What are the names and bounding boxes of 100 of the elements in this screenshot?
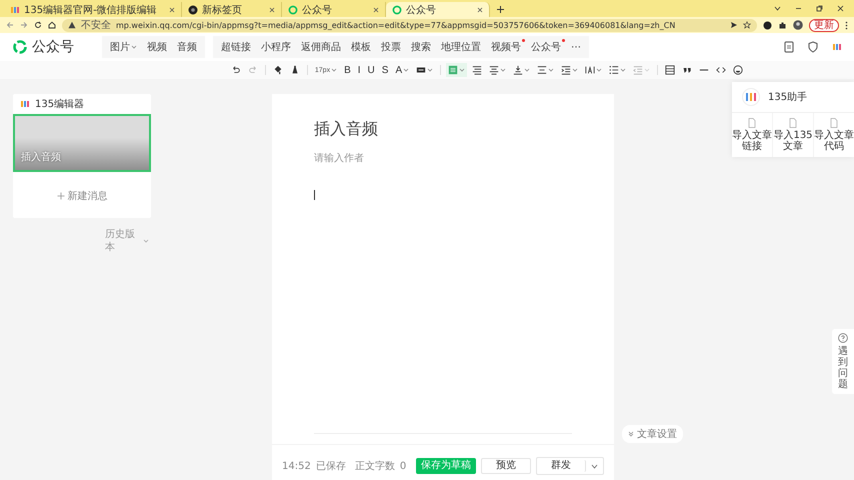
- browser-tab[interactable]: 公众号: [386, 2, 490, 17]
- update-button[interactable]: 更新: [809, 18, 839, 32]
- import-button[interactable]: 导入文章代码: [814, 113, 854, 157]
- close-icon[interactable]: [269, 6, 275, 12]
- spacing-icon: [513, 65, 524, 75]
- close-icon[interactable]: [837, 5, 844, 12]
- highlight-icon: [416, 65, 426, 75]
- caret-icon: [524, 67, 530, 73]
- new-message-button[interactable]: 新建消息: [50, 188, 114, 204]
- list-icon: [609, 65, 620, 75]
- document-icon[interactable]: [784, 41, 794, 53]
- help-widget[interactable]: 遇到问题: [832, 329, 854, 394]
- logo-icon: [188, 4, 198, 14]
- menu-item[interactable]: 公众号: [527, 38, 565, 56]
- restore-icon[interactable]: [816, 5, 823, 12]
- menu-item[interactable]: 超链接: [217, 38, 255, 56]
- letter-spacing-icon: [585, 65, 596, 75]
- double-chevron-icon: [628, 431, 634, 437]
- toolbar-button[interactable]: [607, 63, 628, 77]
- star-icon[interactable]: [743, 21, 751, 29]
- logo-icon: [832, 42, 842, 52]
- menu-item[interactable]: ⋯: [567, 38, 585, 56]
- caret-icon: [620, 67, 626, 73]
- minimize-icon[interactable]: [795, 5, 802, 12]
- document-icon: [789, 118, 797, 128]
- account-name: 135编辑器: [35, 98, 84, 111]
- logo-icon: [392, 4, 402, 14]
- format-painter-icon: [272, 65, 283, 75]
- caret-icon: [427, 67, 434, 73]
- save-time: 14:52: [282, 460, 311, 472]
- toolbar-button[interactable]: B: [342, 63, 353, 77]
- caret-icon: [331, 67, 338, 73]
- caret-icon: [548, 67, 554, 73]
- clear-format-icon: [290, 65, 300, 75]
- menu-item[interactable]: 搜索: [407, 38, 435, 56]
- block-style-icon: [448, 65, 458, 75]
- caret-icon: [500, 67, 506, 73]
- menu-item[interactable]: 投票: [377, 38, 405, 56]
- forward-icon[interactable]: [20, 21, 28, 29]
- toolbar-button[interactable]: S: [380, 63, 390, 77]
- chevron-down-icon[interactable]: [591, 462, 598, 470]
- save-status: 已保存: [316, 460, 346, 473]
- caret-icon: [572, 67, 578, 73]
- notification-dot: [522, 39, 525, 42]
- indent-icon: [561, 65, 572, 75]
- reload-icon[interactable]: [34, 21, 42, 29]
- table-icon: [665, 65, 676, 75]
- menu-item[interactable]: 返佣商品: [297, 38, 345, 56]
- chevron-down-icon[interactable]: [774, 5, 781, 12]
- document-icon: [830, 118, 838, 128]
- toolbar-button[interactable]: [731, 63, 746, 77]
- article-title: 插入音频: [21, 150, 61, 164]
- close-icon[interactable]: [373, 6, 379, 12]
- menu-item[interactable]: 音频: [173, 38, 201, 56]
- import-button[interactable]: 导入135文章: [773, 113, 814, 157]
- undo-icon: [230, 65, 241, 75]
- help-text: 遇到问题: [838, 346, 848, 390]
- menu-item[interactable]: 视频: [143, 38, 171, 56]
- plus-icon: [56, 192, 64, 200]
- menu-item[interactable]: 图片: [106, 38, 141, 56]
- new-tab-icon[interactable]: [496, 5, 505, 14]
- url-text[interactable]: mp.weixin.qq.com/cgi-bin/appmsg?t=media/appmsg_edit&action=edit&type=77&appmsgid=503757606&token=369406081&lang=zh_CN: [116, 20, 676, 30]
- security-label: 不安全: [81, 18, 111, 32]
- close-icon[interactable]: [477, 6, 483, 12]
- home-icon[interactable]: [48, 21, 56, 29]
- back-icon[interactable]: [6, 21, 14, 29]
- avatar-icon[interactable]: [793, 20, 803, 30]
- logo-icon: [10, 4, 20, 14]
- helper-title: 135助手: [768, 90, 808, 104]
- toolbar-button[interactable]: [663, 63, 678, 77]
- menu-item[interactable]: 地理位置: [437, 38, 485, 56]
- send-icon[interactable]: [730, 21, 738, 29]
- text-cursor: [314, 190, 315, 200]
- help-icon: [838, 333, 848, 343]
- menu-item[interactable]: 模板: [347, 38, 375, 56]
- warning-icon: [68, 21, 76, 29]
- menu-icon[interactable]: [845, 20, 848, 30]
- toolbar-button[interactable]: A: [393, 63, 412, 77]
- import-button[interactable]: 导入文章链接: [732, 113, 773, 157]
- preview-button[interactable]: 预览: [481, 458, 532, 474]
- word-count-label: 正文字数: [354, 460, 395, 473]
- document-icon: [748, 118, 756, 128]
- logo-text: 公众号: [32, 38, 74, 56]
- shield-icon[interactable]: [808, 41, 818, 53]
- toolbar-button[interactable]: U: [366, 63, 377, 77]
- article-settings-button[interactable]: 文章设置: [622, 425, 683, 443]
- toolbar-button[interactable]: [511, 63, 532, 77]
- caret-icon: [644, 67, 650, 73]
- toolbar-button[interactable]: I: [356, 63, 363, 77]
- menu-item[interactable]: 视频号: [487, 38, 525, 56]
- notification-dot: [562, 39, 565, 42]
- close-icon[interactable]: [169, 6, 175, 12]
- paragraph-spacing-icon: [537, 65, 548, 75]
- caret-icon: [403, 67, 410, 73]
- outdent-icon: [633, 65, 644, 75]
- emoji-icon: [733, 65, 744, 75]
- code-icon: [716, 65, 726, 75]
- menu-item[interactable]: 小程序: [257, 38, 295, 56]
- caret-icon: [596, 67, 602, 73]
- extension-icon[interactable]: [763, 20, 772, 30]
